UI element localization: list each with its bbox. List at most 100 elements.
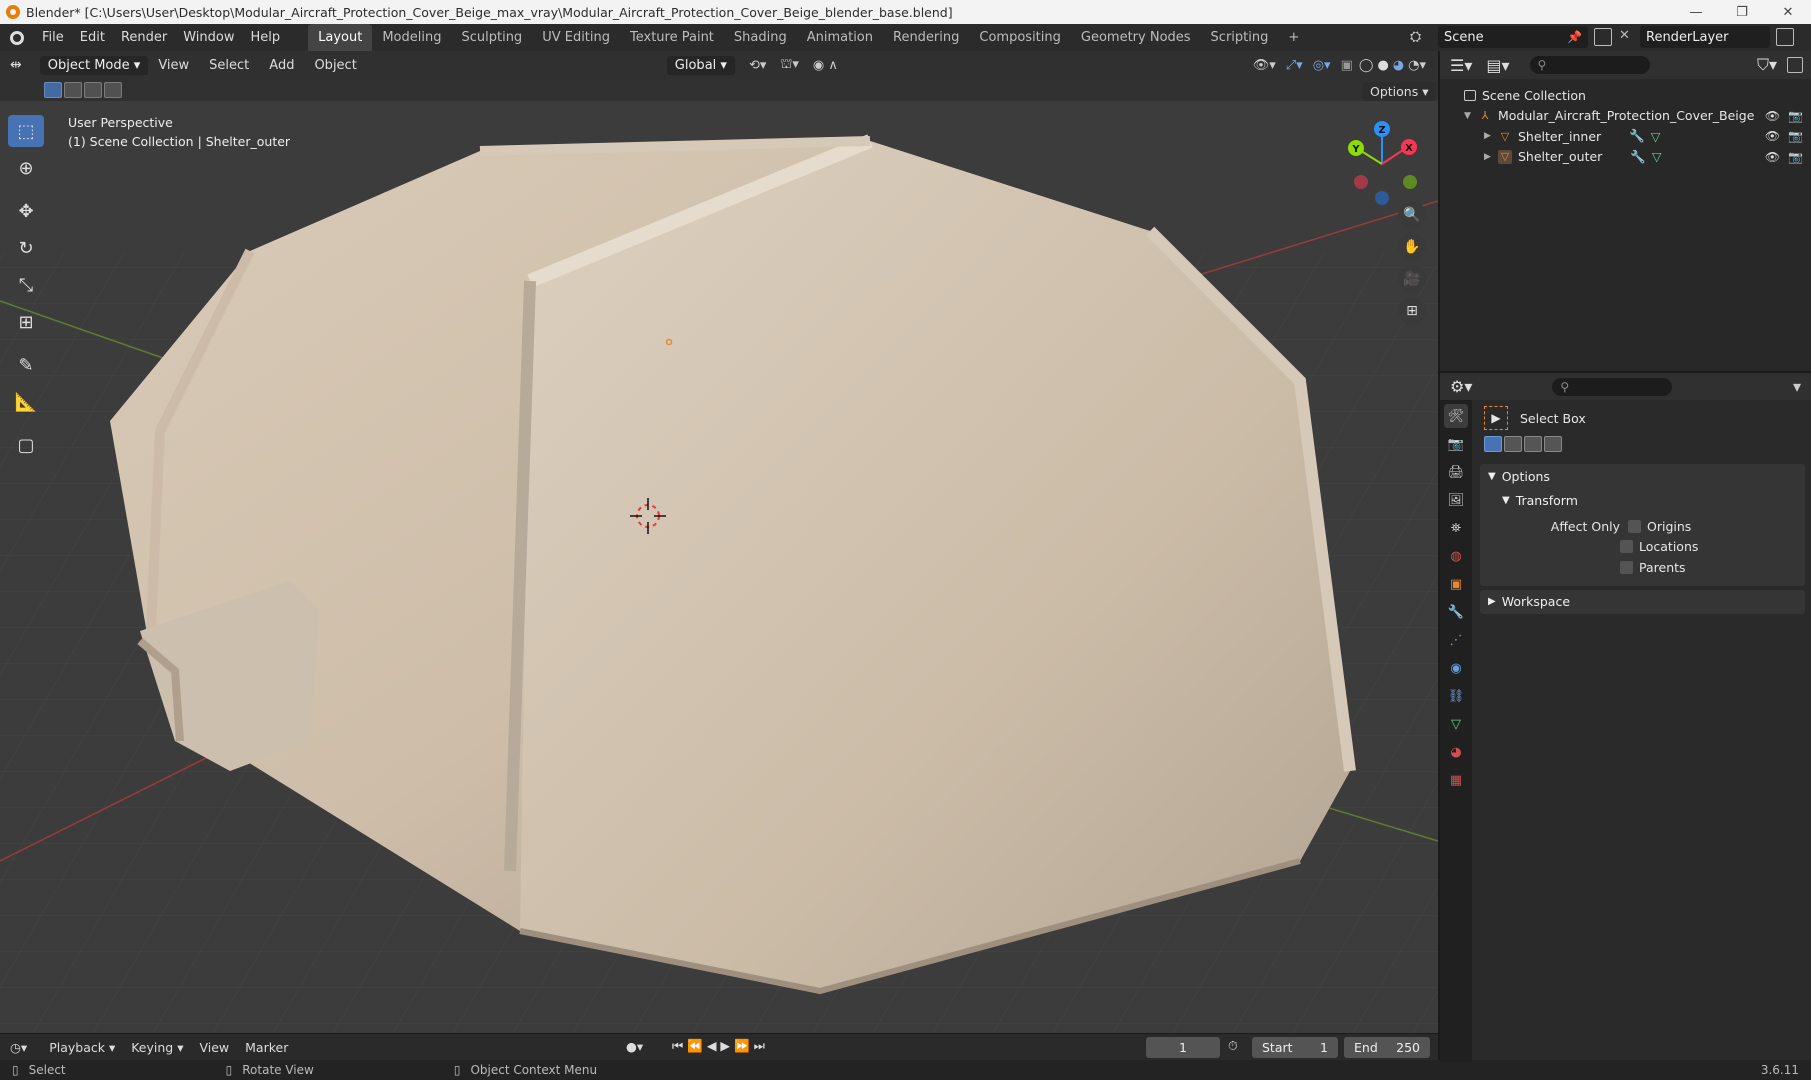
tool-tab-icon[interactable]: 🛠 xyxy=(1444,404,1468,428)
world-tab-icon[interactable]: ◍ xyxy=(1444,544,1468,568)
snap-icon[interactable]: ⛫▾ xyxy=(780,57,798,74)
timeline-editor-icon[interactable]: ◷▾ xyxy=(10,1040,27,1055)
scene-selector-icon[interactable]: ⛭ xyxy=(1410,29,1421,45)
modifier-tab-icon[interactable]: 🔧 xyxy=(1444,600,1468,624)
current-frame-field[interactable]: 1 xyxy=(1146,1037,1220,1058)
editor-type-icon[interactable]: ⇹ xyxy=(10,57,22,73)
transform-subpanel-header[interactable]: ▼ Transform xyxy=(1480,488,1805,512)
texture-tab-icon[interactable]: ▦ xyxy=(1444,768,1468,792)
select-mode-new-icon[interactable] xyxy=(1484,436,1502,452)
gizmo-toggle-icon[interactable]: ⤢▾ xyxy=(1286,58,1303,73)
viewport-options-button[interactable]: Options ▾ xyxy=(1362,82,1437,101)
menu-render[interactable]: Render xyxy=(113,30,175,45)
data-tab-icon[interactable]: ▽ xyxy=(1444,712,1468,736)
select-mode-intersect-icon[interactable] xyxy=(104,82,122,98)
eye-icon[interactable]: 👁 xyxy=(1765,109,1780,123)
workspace-tab-scripting[interactable]: Scripting xyxy=(1201,24,1279,51)
pan-view-icon[interactable]: ✋ xyxy=(1398,233,1426,261)
parents-checkbox[interactable] xyxy=(1620,560,1633,574)
blender-menu-icon[interactable] xyxy=(0,30,34,45)
workspace-tab-layout[interactable]: Layout xyxy=(308,24,373,51)
end-frame-field[interactable]: End 250 xyxy=(1344,1037,1430,1058)
filter-icon[interactable]: ⛉▾ xyxy=(1757,55,1777,75)
select-mode-intersect-icon[interactable] xyxy=(1544,436,1562,452)
ortho-toggle-icon[interactable]: ⊞ xyxy=(1398,297,1426,325)
new-scene-icon[interactable] xyxy=(1594,28,1612,46)
eye-icon[interactable]: 👁 xyxy=(1765,150,1780,164)
add-workspace-button[interactable]: + xyxy=(1278,24,1309,51)
proportional-edit-icon[interactable]: ◉ ∧ xyxy=(813,58,838,73)
viewport-menu-add[interactable]: Add xyxy=(259,58,304,73)
navigation-gizmo[interactable]: Z Y X xyxy=(1340,116,1430,206)
orientation-dropdown[interactable]: Global ▾ xyxy=(666,55,735,75)
modifier-icon[interactable]: 🔧 xyxy=(1629,128,1645,144)
cursor-tool-icon[interactable]: ⊕ xyxy=(8,152,44,184)
workspace-panel-header[interactable]: ▶ Workspace xyxy=(1480,590,1805,614)
menu-window[interactable]: Window xyxy=(175,30,242,45)
solid-shading-icon[interactable]: ● xyxy=(1377,58,1388,73)
move-tool-icon[interactable]: ✥ xyxy=(8,195,44,227)
eye-icon[interactable]: 👁 xyxy=(1765,129,1780,143)
workspace-tab-compositing[interactable]: Compositing xyxy=(969,24,1071,51)
constraints-tab-icon[interactable]: ⛓ xyxy=(1444,684,1468,708)
select-mode-new-icon[interactable] xyxy=(44,82,62,98)
display-mode-icon[interactable]: ▤▾ xyxy=(1486,56,1509,75)
outliner-item-shelter-outer[interactable]: ▶ ▽ Shelter_outer 🔧 ▽ 👁 📷 xyxy=(1440,147,1811,168)
select-mode-extend-icon[interactable] xyxy=(64,82,82,98)
zoom-view-icon[interactable]: 🔍 xyxy=(1398,201,1426,229)
rotate-tool-icon[interactable]: ↻ xyxy=(8,232,44,264)
timeline-menu-marker[interactable]: Marker xyxy=(237,1040,296,1055)
stopwatch-icon[interactable]: ⏱ xyxy=(1228,1038,1238,1054)
view-layer-tab-icon[interactable]: 🖼 xyxy=(1444,488,1468,512)
timeline-menu-playback[interactable]: Playback ▾ xyxy=(41,1040,123,1055)
workspace-tab-modeling[interactable]: Modeling xyxy=(372,24,451,51)
close-button[interactable]: ✕ xyxy=(1765,0,1811,24)
camera-icon[interactable]: 📷 xyxy=(1788,109,1803,123)
timeline-menu-keying[interactable]: Keying ▾ xyxy=(123,1040,191,1055)
properties-search-input[interactable]: ⚲ xyxy=(1552,377,1673,396)
wireframe-shading-icon[interactable]: ◯ xyxy=(1359,58,1374,73)
modifier-icon[interactable]: 🔧 xyxy=(1630,149,1646,165)
camera-view-icon[interactable]: 🎥 xyxy=(1398,265,1426,293)
annotate-tool-icon[interactable]: ✎ xyxy=(8,349,44,381)
transform-tool-icon[interactable]: ⊞ xyxy=(8,306,44,338)
select-box-tool-icon[interactable]: ⬚ xyxy=(8,115,44,147)
object-tab-icon[interactable]: ▣ xyxy=(1444,572,1468,596)
pin-icon[interactable]: 📌 xyxy=(1567,30,1582,44)
viewport-menu-select[interactable]: Select xyxy=(199,58,259,73)
start-frame-field[interactable]: Start 1 xyxy=(1252,1037,1338,1058)
expand-arrow-icon[interactable]: ▶ xyxy=(1484,131,1498,141)
mesh-data-icon[interactable]: ▽ xyxy=(1651,129,1661,144)
locations-checkbox[interactable] xyxy=(1620,540,1633,554)
outliner-item-shelter-inner[interactable]: ▶ ▽ Shelter_inner 🔧 ▽ 👁 📷 xyxy=(1440,126,1811,147)
record-icon[interactable]: ●▾ xyxy=(626,1039,643,1054)
render-layer-field[interactable]: RenderLayer xyxy=(1640,26,1770,48)
expand-arrow-icon[interactable]: ▼ xyxy=(1464,111,1478,121)
workspace-tab-rendering[interactable]: Rendering xyxy=(883,24,969,51)
scene-field[interactable]: Scene 📌 xyxy=(1438,26,1588,48)
output-tab-icon[interactable]: 🖨 xyxy=(1444,460,1468,484)
add-cube-tool-icon[interactable]: ▢ xyxy=(8,429,44,461)
particles-tab-icon[interactable]: ⋰ xyxy=(1444,628,1468,652)
workspace-tab-sculpting[interactable]: Sculpting xyxy=(451,24,532,51)
mode-dropdown[interactable]: Object Mode ▾ xyxy=(39,55,149,75)
xray-icon[interactable]: ▣ xyxy=(1341,58,1353,73)
viewport-menu-object[interactable]: Object xyxy=(304,58,366,73)
expand-arrow-icon[interactable]: ▶ xyxy=(1484,152,1498,162)
material-tab-icon[interactable]: ◕ xyxy=(1444,740,1468,764)
options-panel-header[interactable]: ▼ Options xyxy=(1480,464,1805,488)
3d-viewport[interactable]: ⇹ Object Mode ▾ View Select Add Object G… xyxy=(0,51,1438,1033)
select-mode-subtract-icon[interactable] xyxy=(84,82,102,98)
minimize-button[interactable]: — xyxy=(1673,0,1719,24)
timeline-menu-view[interactable]: View xyxy=(191,1040,237,1055)
workspace-tab-uv-editing[interactable]: UV Editing xyxy=(532,24,620,51)
overlay-toggle-icon[interactable]: ◎▾ xyxy=(1313,58,1331,73)
workspace-tab-animation[interactable]: Animation xyxy=(797,24,883,51)
scene-tab-icon[interactable]: ⛯ xyxy=(1444,516,1468,540)
outliner-search-input[interactable]: ⚲ xyxy=(1529,56,1650,74)
properties-options-icon[interactable]: ▾ xyxy=(1793,377,1801,396)
camera-icon[interactable]: 📷 xyxy=(1788,129,1803,143)
rendered-shading-icon[interactable]: ◔▾ xyxy=(1408,58,1426,73)
material-shading-icon[interactable]: ◕ xyxy=(1393,58,1404,73)
viewport-menu-view[interactable]: View xyxy=(148,58,199,73)
